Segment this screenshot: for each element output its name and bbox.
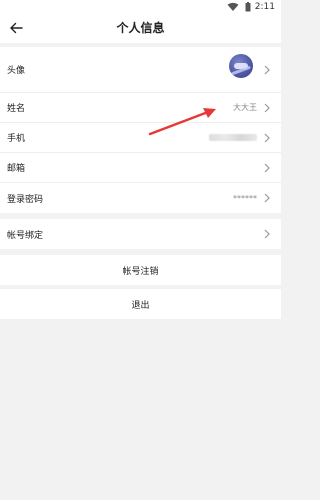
name-label: 姓名: [7, 104, 26, 114]
chevron-right-icon: [264, 193, 270, 203]
logout-button[interactable]: 退出: [0, 289, 281, 319]
password-row[interactable]: 登录密码 ******: [0, 183, 281, 213]
chevron-right-icon: [264, 163, 270, 172]
battery-icon: [245, 1, 251, 11]
name-row[interactable]: 姓名 大大王: [0, 93, 281, 123]
password-label: 登录密码: [7, 194, 44, 205]
avatar-row[interactable]: 头像: [0, 47, 281, 93]
avatar: [229, 54, 253, 78]
status-time: 2:11: [254, 1, 275, 12]
email-label: 邮箱: [7, 164, 26, 174]
status-bar: 2:11: [0, 0, 281, 13]
deregister-account-button[interactable]: 帐号注销: [0, 255, 281, 285]
phone-value-redacted: [209, 134, 257, 141]
profile-section: 头像 姓名 大大王 手机 邮箱 登录密码 ******: [0, 47, 281, 213]
avatar-label: 头像: [7, 66, 26, 76]
chevron-right-icon: [264, 103, 270, 112]
binding-section: 帐号绑定: [0, 219, 281, 249]
app-bar: 个人信息: [0, 13, 281, 43]
account-binding-label: 帐号绑定: [7, 230, 44, 241]
password-value: ******: [233, 193, 257, 203]
email-row[interactable]: 邮箱: [0, 153, 281, 183]
chevron-right-icon: [264, 229, 270, 239]
phone-label: 手机: [7, 134, 26, 144]
page-title: 个人信息: [116, 21, 165, 35]
account-binding-row[interactable]: 帐号绑定: [0, 219, 281, 249]
logout-label: 退出: [131, 300, 150, 311]
phone-row[interactable]: 手机: [0, 123, 281, 153]
deregister-label: 帐号注销: [122, 266, 159, 277]
name-value: 大大王: [233, 103, 257, 112]
chevron-right-icon: [264, 133, 270, 142]
chevron-right-icon: [264, 65, 270, 74]
wifi-icon: [227, 2, 239, 11]
